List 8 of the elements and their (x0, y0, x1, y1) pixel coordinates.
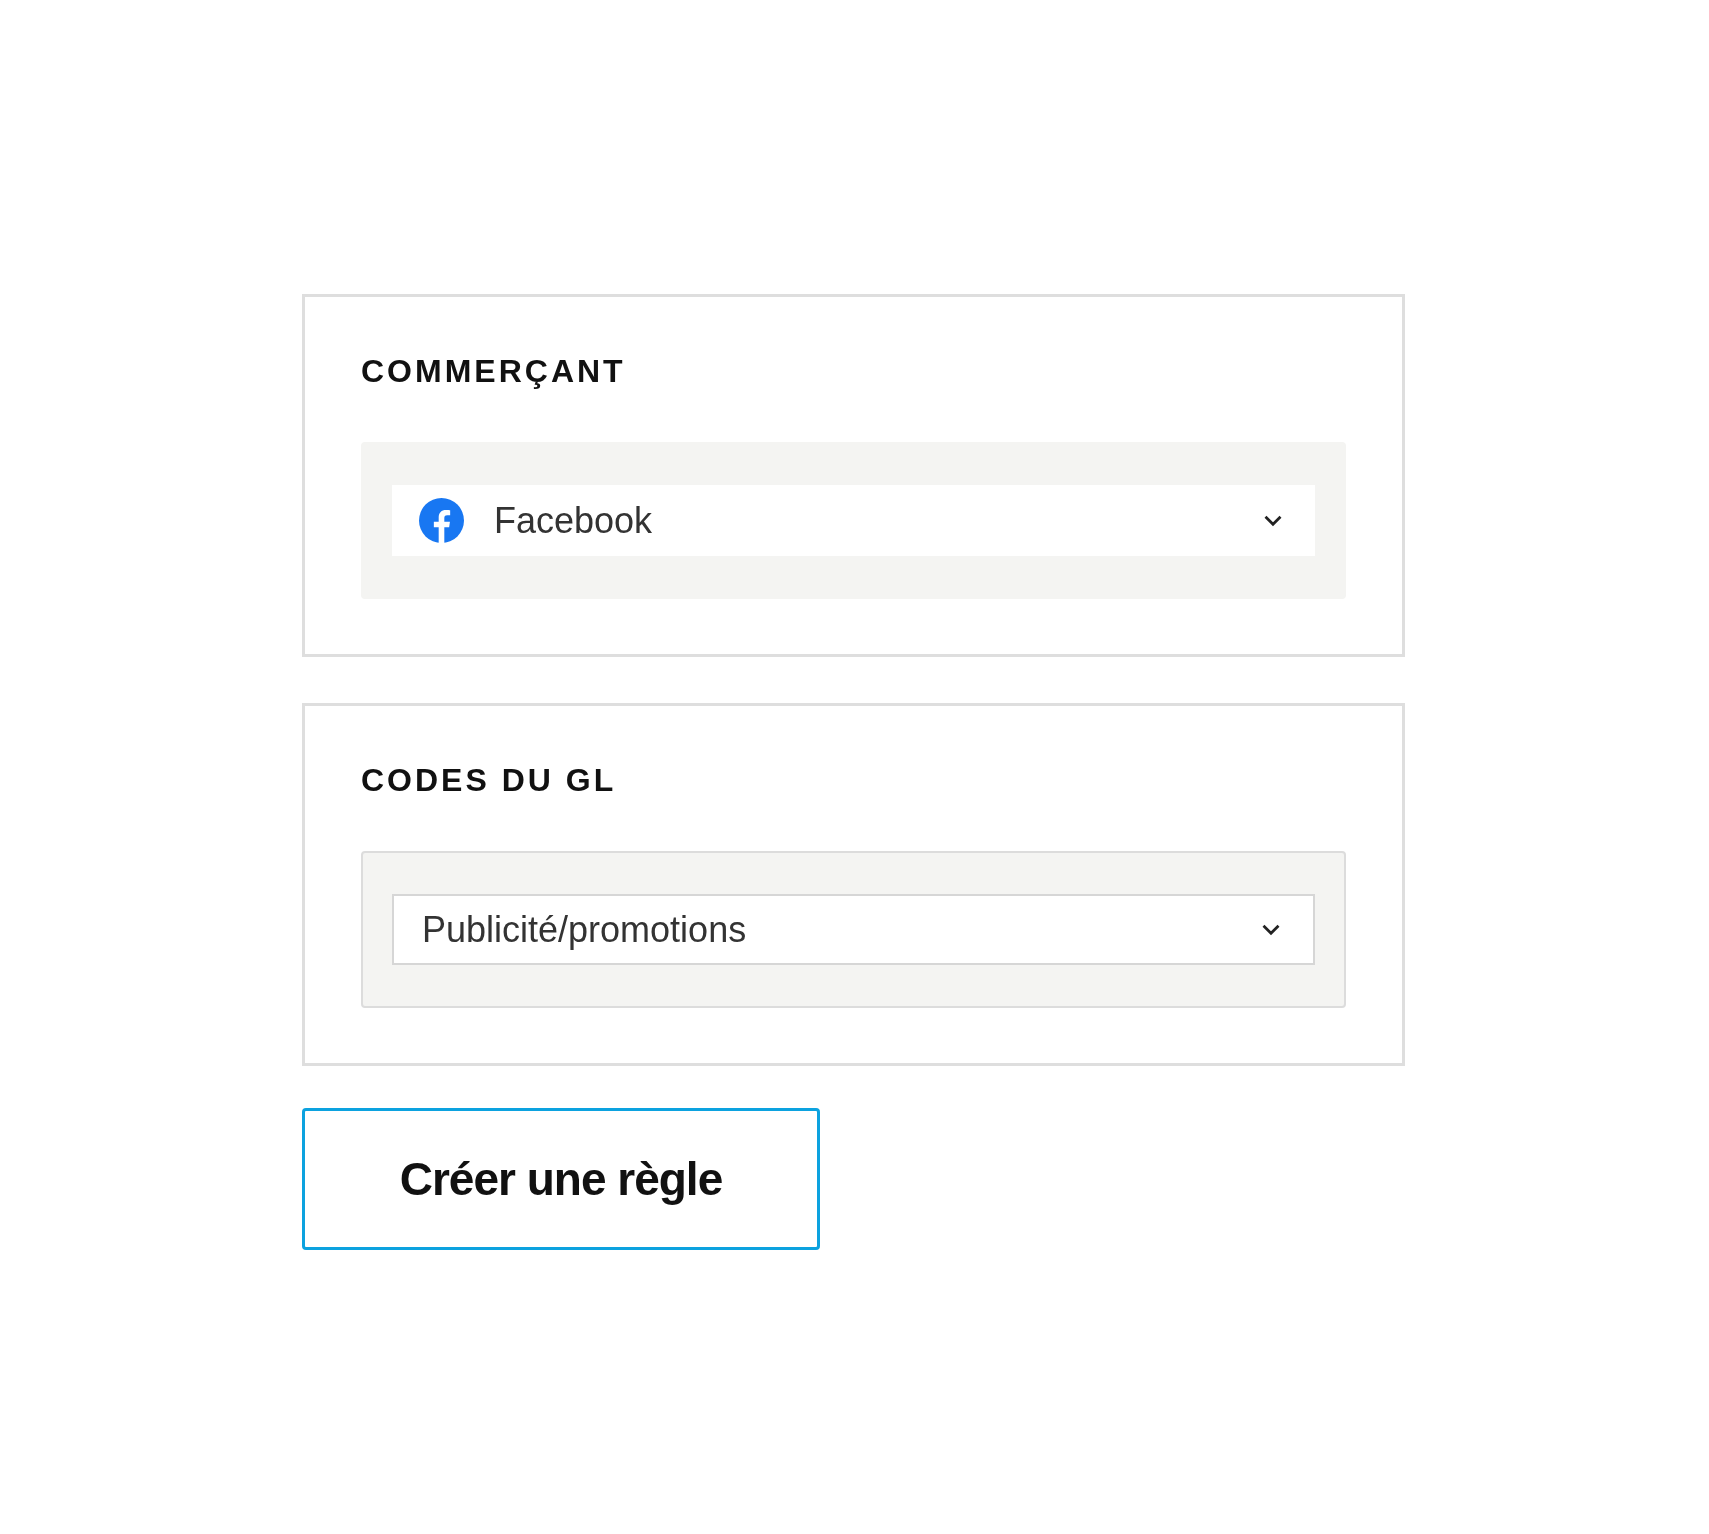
chevron-down-icon (1261, 923, 1281, 936)
gl-code-dropdown[interactable]: Publicité/promotions (392, 894, 1315, 965)
section-heading: CODES DU GL (361, 761, 618, 799)
create-rule-button[interactable]: Créer une règle (302, 1108, 820, 1250)
merchant-dropdown[interactable]: Facebook (392, 485, 1315, 556)
section-heading: COMMERÇANT (361, 352, 627, 390)
chevron-down-icon (1263, 514, 1283, 527)
facebook-icon (419, 498, 464, 543)
